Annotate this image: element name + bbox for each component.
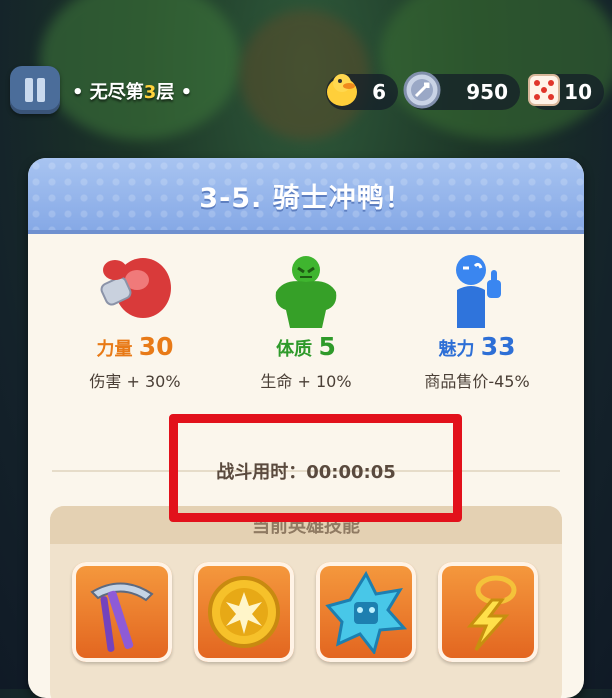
stat-charm: 魅力 33 商品售价-45% [402,250,552,400]
thumbs-up-man-icon [456,255,501,328]
stat-name: 魅力 [438,339,475,360]
stat-name: 体质 [276,339,313,360]
top-bar: • 无尽第3层 • 6 950 10 [0,0,612,120]
floor-number: 3 [143,82,157,103]
skill-slot[interactable] [438,562,538,662]
floor-suffix: 层 • [156,82,193,103]
stat-strength-desc: 伤害 + 30% [89,372,181,391]
pause-button[interactable] [10,66,60,114]
duck-counter: 6 [326,74,398,110]
stat-constitution-desc: 生命 + 10% [260,372,352,391]
skill-slot[interactable] [72,562,172,662]
panel-header: 3-5. 骑士冲鸭！ [28,158,584,234]
ice-star-icon [325,570,408,654]
pause-icon [25,78,33,102]
skill-slot[interactable] [194,562,294,662]
panel-title: 3-5. 骑士冲鸭！ [199,183,413,214]
stat-value: 33 [480,332,516,361]
pause-icon [37,78,45,102]
dice-counter: 10 [528,74,604,110]
duck-icon [327,74,357,106]
stat-name: 力量 [96,339,133,360]
stat-strength-label: 力量 30 [60,332,210,361]
floor-indicator: • 无尽第3层 • [72,78,192,108]
lightning-pendant-icon [466,575,517,651]
stat-strength: 力量 30 伤害 + 30% [60,250,210,400]
pickaxe-icon [90,582,154,652]
muscle-man-icon [275,256,337,328]
battle-time-highlight-box [169,414,462,522]
dice-icon [528,74,560,106]
hero-skills-section: 当前英雄技能 [50,506,562,698]
stat-charm-label: 魅力 33 [402,332,552,361]
stat-charm-desc: 商品售价-45% [424,372,530,391]
floor-prefix: • 无尽第 [72,82,144,103]
coin-count: 950 [466,80,508,104]
boxing-glove-icon [100,258,171,318]
stat-constitution: 体质 5 生命 + 10% [231,250,381,400]
skill-slot[interactable] [316,562,416,662]
stat-value: 30 [138,332,174,361]
explosion-coin-icon [208,576,280,648]
stat-value: 5 [318,332,336,361]
coin-icon [403,71,441,109]
coin-counter: 950 [403,71,520,110]
dice-count: 10 [564,80,592,104]
stat-constitution-label: 体质 5 [231,332,381,361]
duck-count: 6 [372,80,386,104]
